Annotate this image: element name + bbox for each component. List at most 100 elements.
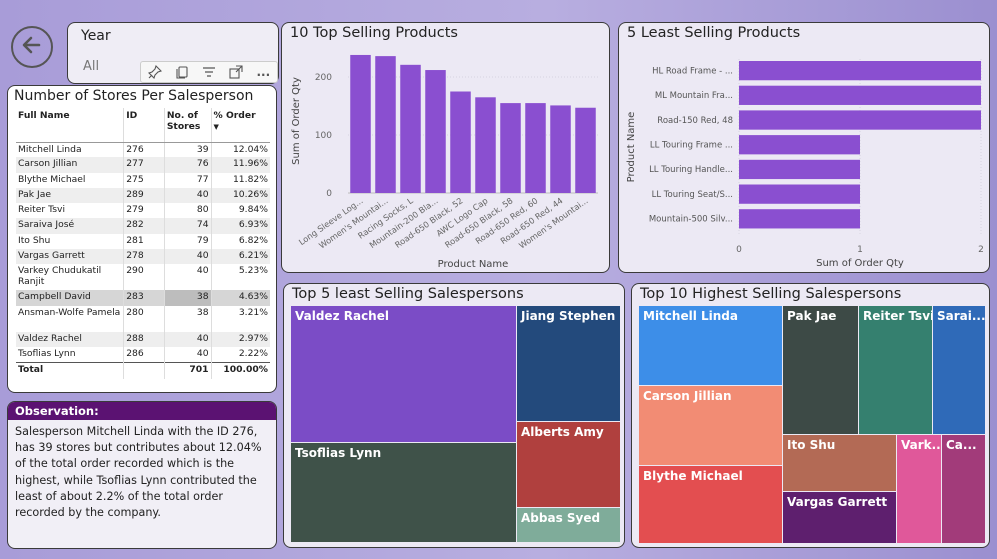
column-header-percent-order[interactable]: % Order ▼ <box>210 108 270 143</box>
treemap-cell-jiang-stephen[interactable]: Jiang Stephen <box>517 306 620 421</box>
bar <box>375 56 396 194</box>
year-slicer-value[interactable]: All <box>83 59 99 74</box>
treemap-cell-varkey[interactable]: Vark... <box>897 435 941 543</box>
table-row[interactable]: Saraiva José 282 74 6.93% <box>16 218 270 234</box>
treemap-cell-tsoflias-lynn[interactable]: Tsoflias Lynn <box>291 443 516 542</box>
column-header-no-of-stores[interactable]: No. of Stores <box>163 108 212 143</box>
y-tick-label: LL Touring Seat/S... <box>652 190 733 200</box>
treemap-cell-label: Ito Shu <box>787 438 836 452</box>
focus-mode-icon[interactable] <box>227 63 245 81</box>
cell-percent-order: 10.26% <box>210 187 270 204</box>
bar <box>425 70 446 193</box>
bar <box>739 209 860 229</box>
back-button[interactable] <box>11 26 53 68</box>
y-axis-title: Sum of Order Qty <box>291 77 302 165</box>
treemap-cell-saraiva[interactable]: Sarai... <box>933 306 985 434</box>
more-options-icon[interactable]: ... <box>254 63 272 81</box>
table-row[interactable]: Pak Jae 289 40 10.26% <box>16 187 270 204</box>
cell-full-name: Ansman-Wolfe Pamela <box>18 306 121 318</box>
treemap-cell-pak-jae[interactable]: Pak Jae <box>783 306 858 434</box>
x-axis-title: Sum of Order Qty <box>816 258 904 269</box>
cell-percent-order: 11.82% <box>210 172 270 188</box>
cell-stores: 40 <box>163 187 212 204</box>
cell-id: 283 <box>123 290 165 306</box>
table-row[interactable]: Varkey Chudukatil Ranjit 290 40 5.23% <box>16 264 270 291</box>
y-tick-label: 100 <box>315 131 332 141</box>
treemap-cell-campbell[interactable]: Ca... <box>942 435 985 543</box>
cell-percent-order: 2.22% <box>210 346 270 363</box>
table-row[interactable]: Mitchell Linda 276 39 12.04% <box>16 142 270 158</box>
table-row[interactable]: Valdez Rachel 288 40 2.97% <box>16 331 270 347</box>
treemap-cell-label: Sarai... <box>937 309 985 323</box>
cell-id: 282 <box>123 218 165 234</box>
treemap-cell-label: Pak Jae <box>787 309 837 323</box>
copy-icon[interactable] <box>173 63 191 81</box>
column-header-percent-order-label: % Order <box>213 110 256 121</box>
top-selling-products-chart[interactable]: 10 Top Selling Products 0 100 200 Long Slee… <box>281 22 610 273</box>
cell-stores: 38 <box>163 290 212 306</box>
cell-percent-order: 6.93% <box>210 218 270 234</box>
cell-id: 286 <box>123 346 165 363</box>
bar <box>575 107 596 193</box>
table-row[interactable]: Ito Shu 281 79 6.82% <box>16 233 270 250</box>
cell-full-name: Saraiva José <box>16 218 124 234</box>
cell-stores: 39 <box>163 142 212 158</box>
treemap-cell-label: Reiter Tsvi <box>863 309 932 323</box>
y-tick-label: Road-150 Red, 48 <box>657 116 733 126</box>
treemap-cell-label: Tsoflias Lynn <box>295 446 382 460</box>
treemap-cell-valdez-rachel[interactable]: Valdez Rachel <box>291 306 516 442</box>
cell-stores: 76 <box>163 157 212 173</box>
cell-full-name: Blythe Michael <box>18 173 86 185</box>
table-row[interactable]: Campbell David 283 38 4.63% <box>16 290 270 306</box>
y-tick-label: ML Mountain Fra... <box>655 91 733 101</box>
table-row[interactable]: Reiter Tsvi 279 80 9.84% <box>16 203 270 219</box>
highest-selling-salespersons-treemap[interactable]: Top 10 Highest Selling Salespersons Mitc… <box>631 283 990 548</box>
treemap-cell-abbas-syed[interactable]: Abbas Syed <box>517 508 620 542</box>
y-tick-label: HL Road Frame - ... <box>652 66 733 76</box>
pin-icon[interactable] <box>146 63 164 81</box>
bar <box>550 105 571 193</box>
least-selling-salespersons-treemap[interactable]: Top 5 least Selling Salespersons Valdez … <box>283 283 625 548</box>
treemap-cell-label: Alberts Amy <box>521 425 604 439</box>
treemap-cell-label: Mitchell Linda <box>643 309 738 323</box>
bar <box>525 103 546 193</box>
table-row[interactable]: Tsoflias Lynn 286 40 2.22% <box>16 346 270 363</box>
sort-descending-icon: ▼ <box>213 123 219 131</box>
bar <box>739 61 981 81</box>
cell-percent-order: 4.63% <box>210 290 270 306</box>
treemap-cell-vargas-garrett[interactable]: Vargas Garrett <box>783 492 896 543</box>
treemap-cell-blythe-michael[interactable]: Blythe Michael <box>639 466 782 543</box>
bar <box>739 159 860 180</box>
table-row[interactable]: Carson Jillian 277 76 11.96% <box>16 157 270 173</box>
table-header-row: Full Name ID No. of Stores % Order ▼ <box>16 108 270 143</box>
year-slicer-title: Year <box>81 28 111 44</box>
table-row[interactable]: Vargas Garrett 278 40 6.21% <box>16 249 270 265</box>
cell-percent-order: 5.23% <box>210 264 270 291</box>
treemap-cell-mitchell-linda[interactable]: Mitchell Linda <box>639 306 782 385</box>
cell-id: 276 <box>123 142 165 158</box>
filter-icon[interactable] <box>200 63 218 81</box>
arrow-left-circle-icon <box>19 32 45 62</box>
treemap-cell-carson-jillian[interactable]: Carson Jillian <box>639 386 782 465</box>
column-header-id[interactable]: ID <box>123 108 165 143</box>
cell-full-name: Valdez Rachel <box>16 331 124 347</box>
total-percent-order: 100.00% <box>210 361 270 380</box>
cell-percent-order: 6.82% <box>210 233 270 250</box>
least-selling-products-chart[interactable]: 5 Least Selling Products 0 1 2 HL Road Fram… <box>618 22 990 273</box>
cell-percent-order: 11.96% <box>210 157 270 173</box>
observation-card: Observation: Salesperson Mitchell Linda … <box>7 401 277 549</box>
treemap-title: Top 10 Highest Selling Salespersons <box>640 286 902 302</box>
table-row[interactable]: Ansman-Wolfe Pamela 280 38 3.21% <box>16 305 270 332</box>
treemap-cell-alberts-amy[interactable]: Alberts Amy <box>517 422 620 507</box>
cell-id: 288 <box>123 331 165 347</box>
cell-id: 280 <box>123 305 165 332</box>
column-header-full-name[interactable]: Full Name <box>16 108 124 143</box>
visual-header-toolbar: ... <box>140 61 278 83</box>
bar <box>450 91 471 193</box>
treemap-cell-label: Vargas Garrett <box>787 495 888 509</box>
table-row[interactable]: Blythe Michael 275 77 11.82% <box>16 172 270 188</box>
treemap-cell-ito-shu[interactable]: Ito Shu <box>783 435 896 491</box>
treemap-cell-reiter-tsvi[interactable]: Reiter Tsvi <box>859 306 932 434</box>
y-tick-label: LL Touring Frame ... <box>650 140 733 150</box>
cell-percent-order: 9.84% <box>210 203 270 219</box>
